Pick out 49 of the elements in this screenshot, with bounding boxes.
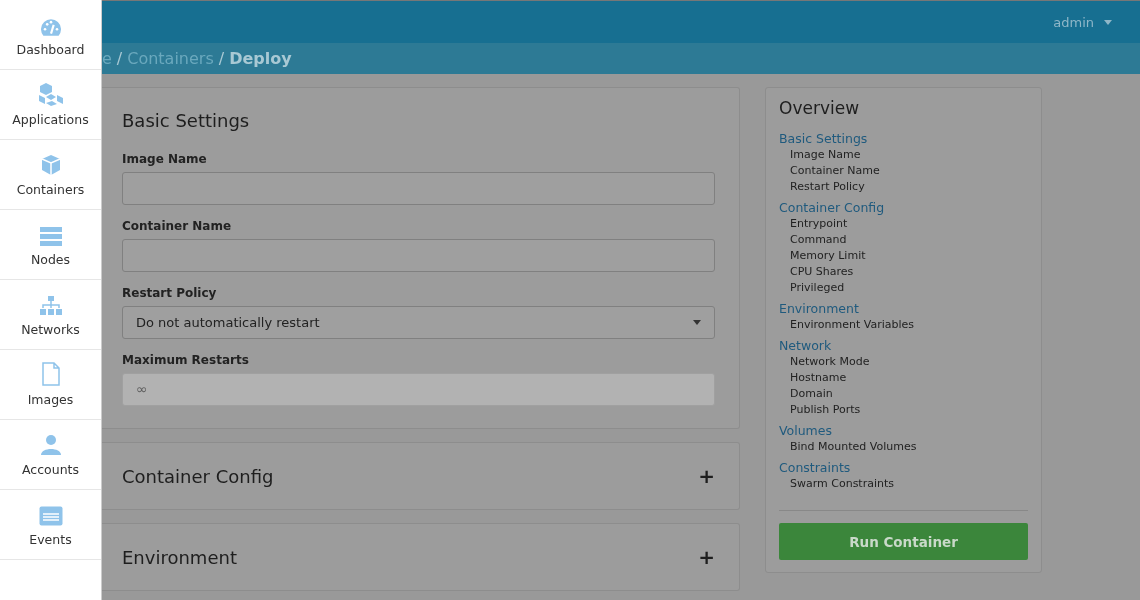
overview-item: CPU Shares <box>789 264 855 280</box>
overview-item: Hostname <box>789 370 848 386</box>
overview-item: Restart Policy <box>789 179 866 195</box>
sidebar-item[interactable]: Containers <box>0 140 101 210</box>
field-label: Maximum Restarts <box>122 353 250 367</box>
caret-icon <box>1104 19 1112 25</box>
overview-title: Overview <box>779 98 861 118</box>
overview-item: Privileged <box>789 280 846 296</box>
list-icon <box>38 506 63 526</box>
sidebar-item[interactable]: Nodes <box>0 210 101 280</box>
input-field[interactable] <box>122 239 715 272</box>
cubes-icon <box>36 82 65 106</box>
overview-item: Publish Ports <box>789 402 862 418</box>
field-label: Container Name <box>122 219 233 233</box>
select-field[interactable]: Do not automatically restart <box>122 306 715 339</box>
input-field[interactable] <box>122 172 715 205</box>
overview-item: Swarm Constraints <box>789 476 896 492</box>
overview-item: Bind Mounted Volumes <box>789 439 918 455</box>
sitemap-icon <box>38 296 63 316</box>
overview-item: Environment Variables <box>789 317 915 333</box>
section-title: Environment <box>122 546 237 568</box>
overview-item: Container Name <box>789 163 881 179</box>
field-label: Restart Policy <box>122 286 218 300</box>
file-icon <box>40 362 61 386</box>
sidebar-item[interactable]: Applications <box>0 70 101 140</box>
overview-item: Memory Limit <box>789 248 867 264</box>
breadcrumb-separator: / <box>116 49 123 68</box>
overview-item: Command <box>789 232 848 248</box>
user-icon <box>39 434 62 456</box>
cube-icon <box>39 154 62 176</box>
expand-button[interactable]: + <box>698 545 715 569</box>
sidebar-item[interactable]: Images <box>0 350 101 420</box>
overview-item: Domain <box>789 386 834 402</box>
sidebar-item[interactable]: Events <box>0 490 101 560</box>
breadcrumb-separator: / <box>218 49 225 68</box>
overview-item: Entrypoint <box>789 216 849 232</box>
overview-item: Network Mode <box>789 354 871 370</box>
section-title: Container Config <box>122 465 274 487</box>
sidebar-item[interactable]: Networks <box>0 280 101 350</box>
expand-button[interactable]: + <box>698 464 715 488</box>
server-icon <box>38 226 63 246</box>
section-title: Basic Settings <box>122 109 250 131</box>
gauge-icon <box>40 19 61 36</box>
sidebar-item[interactable]: Dashboard <box>0 0 101 70</box>
caret-icon <box>693 320 701 325</box>
run-container-button[interactable]: Run Container <box>779 523 1028 560</box>
field-label: Image Name <box>122 152 208 166</box>
overview-item: Image Name <box>789 147 862 163</box>
sidebar-item[interactable]: Accounts <box>0 420 101 490</box>
